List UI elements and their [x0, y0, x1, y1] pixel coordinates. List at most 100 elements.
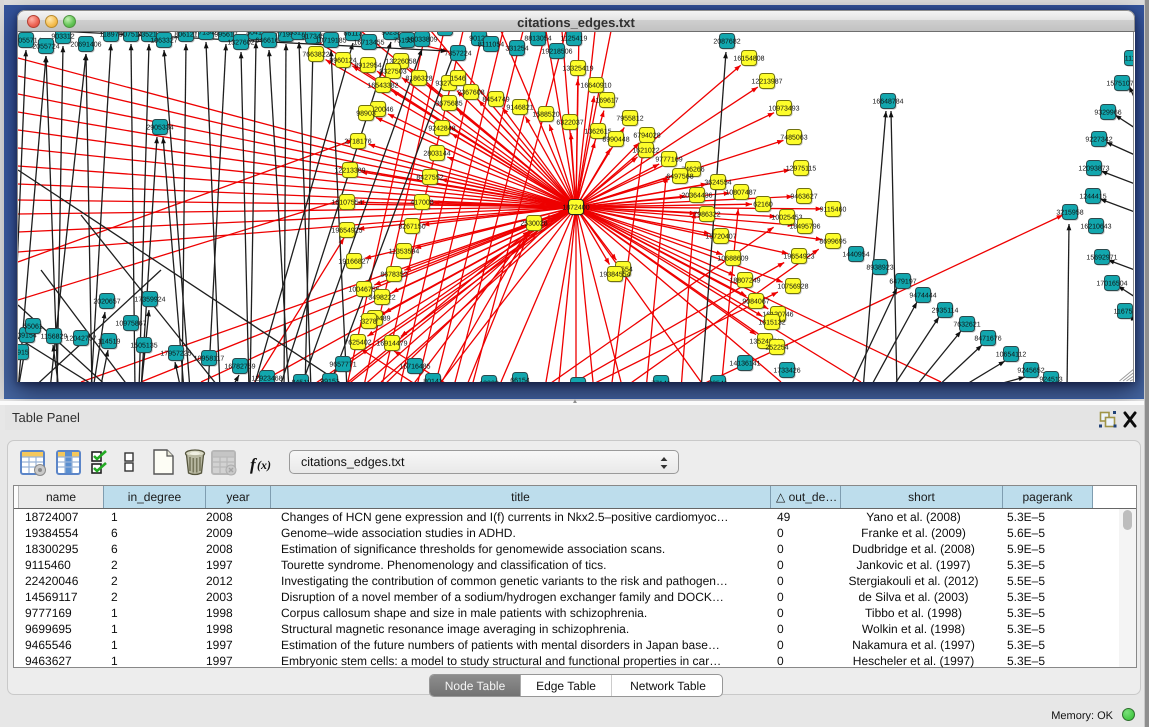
- svg-text:17016504: 17016504: [1096, 280, 1127, 287]
- svg-text:16648784: 16648784: [872, 98, 903, 105]
- svg-text:18302: 18302: [479, 380, 499, 382]
- svg-text:9327503: 9327503: [379, 68, 406, 75]
- svg-text:8938923: 8938923: [866, 264, 893, 271]
- svg-text:(x): (x): [257, 458, 271, 472]
- svg-text:16640910: 16640910: [580, 82, 611, 89]
- svg-text:16914479: 16914479: [376, 340, 407, 347]
- svg-text:1063327: 1063327: [150, 37, 177, 44]
- svg-text:7663822: 7663822: [302, 51, 329, 58]
- svg-text:8912954: 8912954: [354, 62, 381, 69]
- svg-text:1546: 1546: [450, 75, 466, 82]
- svg-text:3215958: 3215958: [1056, 209, 1083, 216]
- svg-text:1615132: 1615132: [758, 319, 785, 326]
- svg-text:169617: 169617: [595, 97, 618, 104]
- svg-text:18495796: 18495796: [789, 223, 820, 230]
- svg-text:10719185: 10719185: [315, 37, 346, 44]
- svg-text:66154: 66154: [510, 377, 530, 382]
- svg-text:7485063: 7485063: [780, 134, 807, 141]
- svg-text:3278: 3278: [361, 318, 377, 325]
- svg-text:8427552: 8427552: [416, 174, 443, 181]
- svg-text:7955812: 7955812: [616, 115, 643, 122]
- svg-text:15751074: 15751074: [1106, 80, 1134, 87]
- svg-text:2020657: 2020657: [93, 298, 120, 305]
- svg-text:8699695: 8699695: [819, 238, 846, 245]
- svg-text:8471676: 8471676: [974, 335, 1001, 342]
- svg-text:9242848: 9242848: [428, 125, 455, 132]
- svg-text:62160: 62160: [753, 201, 773, 208]
- svg-text:9115460: 9115460: [820, 206, 847, 213]
- svg-text:19654923: 19654923: [783, 253, 814, 260]
- svg-text:19654925: 19654925: [331, 227, 362, 234]
- svg-text:16107554: 16107554: [331, 199, 362, 206]
- svg-text:14136141: 14136141: [729, 360, 760, 367]
- svg-text:84511: 84511: [292, 379, 311, 382]
- svg-text:6322037: 6322037: [556, 119, 583, 126]
- svg-text:1362615: 1362615: [584, 128, 611, 135]
- svg-text:10688609: 10688609: [717, 255, 748, 262]
- svg-text:2055724: 2055724: [32, 43, 59, 50]
- svg-text:1112: 1112: [1125, 55, 1134, 62]
- svg-text:16210643: 16210643: [1080, 223, 1111, 230]
- svg-text:10973493: 10973493: [768, 105, 799, 112]
- svg-text:90233: 90233: [381, 32, 401, 36]
- svg-text:9960124: 9960124: [329, 57, 356, 64]
- svg-text:7632621: 7632621: [953, 321, 980, 328]
- svg-text:16543382: 16543382: [367, 82, 398, 89]
- svg-text:10958117: 10958117: [194, 355, 225, 362]
- svg-text:98903: 98903: [356, 110, 376, 117]
- svg-text:8267150: 8267150: [398, 223, 425, 230]
- svg-text:10807487: 10807487: [725, 189, 756, 196]
- svg-text:8454749: 8454749: [482, 96, 509, 103]
- svg-text:7357224: 7357224: [444, 50, 471, 57]
- svg-text:1872400: 1872400: [562, 204, 589, 211]
- svg-text:15720407: 15720407: [705, 233, 736, 240]
- svg-text:2803144: 2803144: [423, 150, 450, 157]
- svg-text:8813054: 8813054: [524, 35, 551, 42]
- svg-text:2530026: 2530026: [520, 220, 547, 227]
- svg-text:2935114: 2935114: [932, 307, 959, 314]
- svg-text:66113: 66113: [344, 32, 363, 37]
- svg-text:10654112: 10654112: [996, 351, 1027, 358]
- svg-text:3675685: 3675685: [435, 100, 462, 107]
- svg-text:10756928: 10756928: [777, 283, 808, 290]
- svg-text:13325419: 13325419: [562, 65, 593, 72]
- svg-text:20364436: 20364436: [681, 192, 712, 199]
- svg-text:1125419: 1125419: [561, 35, 588, 42]
- svg-text:15716485: 15716485: [399, 363, 430, 370]
- svg-text:114519: 114519: [98, 338, 121, 345]
- svg-text:80141: 80141: [423, 378, 443, 382]
- svg-text:924513: 924513: [1039, 376, 1062, 382]
- svg-text:80541: 80541: [708, 380, 728, 382]
- svg-text:16154808: 16154808: [733, 55, 764, 62]
- svg-text:331254: 331254: [505, 45, 528, 52]
- svg-text:9245652: 9245652: [1017, 367, 1044, 374]
- svg-text:903312: 903312: [51, 33, 74, 40]
- svg-text:16782759: 16782759: [224, 363, 255, 370]
- svg-text:8111054: 8111054: [478, 41, 504, 48]
- svg-text:1733426: 1733426: [773, 367, 800, 374]
- svg-text:2087682: 2087682: [713, 38, 740, 45]
- svg-text:12093873: 12093873: [1078, 165, 1109, 172]
- svg-text:7986322: 7986322: [693, 211, 720, 218]
- svg-text:8678352: 8678352: [380, 271, 407, 278]
- svg-text:3624554: 3624554: [704, 179, 731, 186]
- svg-text:12975115: 12975115: [786, 165, 817, 172]
- svg-text:1505135: 1505135: [130, 342, 157, 349]
- svg-text:8990448: 8990448: [602, 136, 629, 143]
- svg-text:9329966: 9329966: [1094, 109, 1121, 116]
- svg-text:7625402: 7625402: [344, 339, 371, 346]
- svg-text:19218506: 19218506: [541, 48, 572, 55]
- svg-text:16713455: 16713455: [353, 39, 384, 46]
- svg-text:18807249: 18807249: [729, 277, 760, 284]
- svg-text:17957225: 17957225: [160, 350, 191, 357]
- svg-text:9474444: 9474444: [909, 292, 936, 299]
- svg-text:417008: 417008: [410, 199, 433, 206]
- svg-text:17359924: 17359924: [134, 296, 165, 303]
- svg-text:20691406: 20691406: [70, 41, 101, 48]
- svg-text:1156829: 1156829: [41, 333, 68, 340]
- svg-text:116753: 116753: [1114, 308, 1134, 315]
- svg-text:12923468: 12923468: [251, 375, 282, 382]
- svg-text:9084067: 9084067: [742, 298, 769, 305]
- svg-text:12213389: 12213389: [334, 167, 365, 174]
- svg-text:19166827: 19166827: [338, 258, 369, 265]
